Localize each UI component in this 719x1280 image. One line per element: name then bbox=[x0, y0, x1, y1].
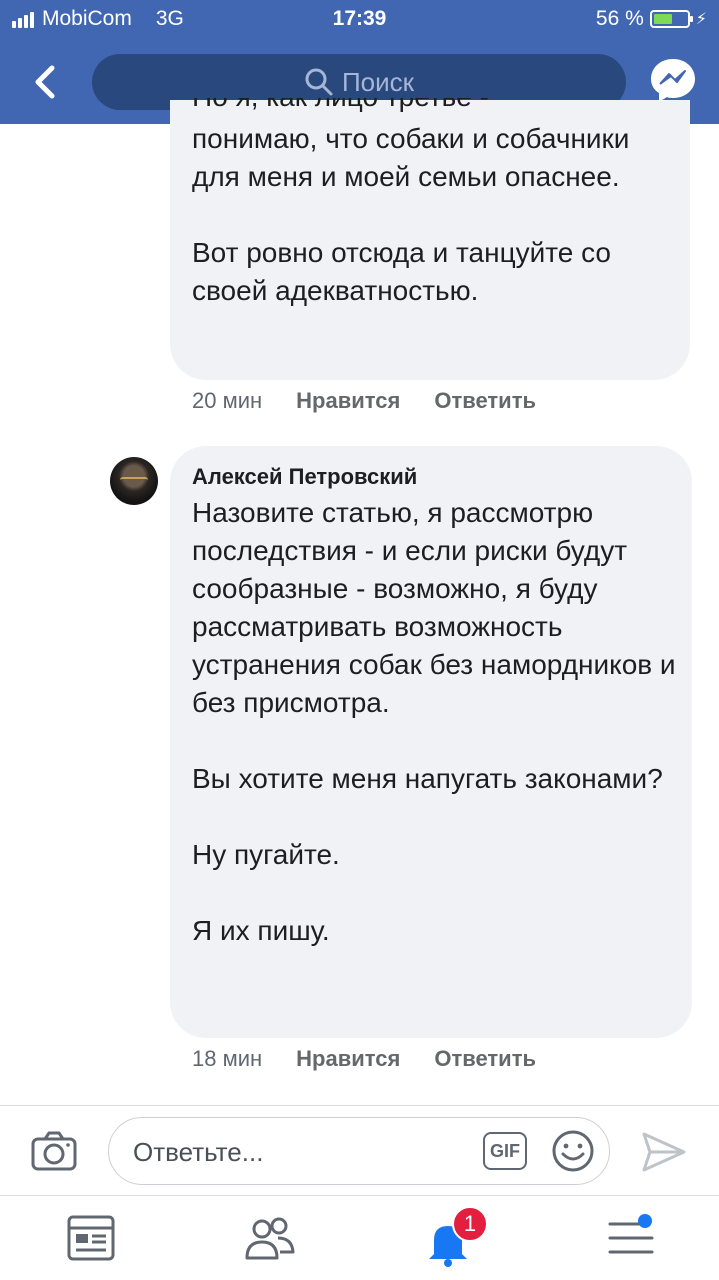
emoji-icon[interactable] bbox=[551, 1129, 595, 1173]
reply-button[interactable]: Ответить bbox=[434, 388, 536, 414]
charging-icon: ⚡ bbox=[695, 11, 707, 28]
search-placeholder: Поиск bbox=[341, 66, 415, 97]
reply-input-container: GIF bbox=[108, 1117, 610, 1185]
comment-paragraph: Я их пишу. bbox=[192, 915, 330, 946]
like-button[interactable]: Нравится bbox=[296, 1046, 400, 1072]
reply-input[interactable] bbox=[131, 1132, 465, 1172]
comment-bubble: Алексей Петровский Назовите статью, я ра… bbox=[170, 446, 692, 1038]
comment-timestamp: 18 мин bbox=[192, 1046, 263, 1071]
search-icon bbox=[305, 68, 333, 96]
send-icon[interactable] bbox=[640, 1130, 688, 1174]
menu-unread-dot bbox=[638, 1214, 652, 1228]
camera-icon[interactable] bbox=[30, 1130, 78, 1172]
comment-author[interactable]: Алексей Петровский bbox=[192, 464, 417, 490]
comment-paragraph: понимаю, что собаки и собачники для меня… bbox=[192, 123, 630, 192]
comment-paragraph: Вы хотите меня напугать законами? bbox=[192, 763, 663, 794]
status-bar: MobiCom 3G 17:39 56 % ⚡ bbox=[0, 0, 719, 40]
battery-percent: 56 % bbox=[595, 7, 644, 30]
tabbar-divider bbox=[0, 1195, 719, 1196]
battery-icon bbox=[649, 10, 693, 28]
comment-bubble: Но я, как лицо третье - понимаю, что соб… bbox=[170, 98, 690, 380]
comment-cut-line: Но я, как лицо третье - bbox=[192, 98, 489, 116]
comment-actions: 20 мин Нравится Ответить bbox=[192, 388, 536, 414]
comment-text: Назовите статью, я рассмотрю последствия… bbox=[192, 494, 682, 950]
back-arrow-icon[interactable] bbox=[28, 60, 68, 104]
friends-icon[interactable] bbox=[242, 1212, 298, 1264]
gif-button[interactable]: GIF bbox=[483, 1132, 527, 1170]
comment-paragraph: Ну пугайте. bbox=[192, 839, 340, 870]
comment-timestamp: 20 мин bbox=[192, 388, 263, 413]
like-button[interactable]: Нравится bbox=[296, 388, 400, 414]
comment-paragraph: Назовите статью, я рассмотрю последствия… bbox=[192, 497, 676, 718]
news-feed-icon[interactable] bbox=[64, 1212, 120, 1264]
comment-paragraph: Вот ровно отсюда и танцуйте со своей аде… bbox=[192, 237, 612, 306]
avatar[interactable] bbox=[110, 457, 158, 505]
comment-text: Но я, как лицо третье - понимаю, что соб… bbox=[192, 98, 682, 310]
comment-actions: 18 мин Нравится Ответить bbox=[192, 1046, 536, 1072]
notification-badge: 1 bbox=[452, 1206, 488, 1242]
reply-button[interactable]: Ответить bbox=[434, 1046, 536, 1072]
